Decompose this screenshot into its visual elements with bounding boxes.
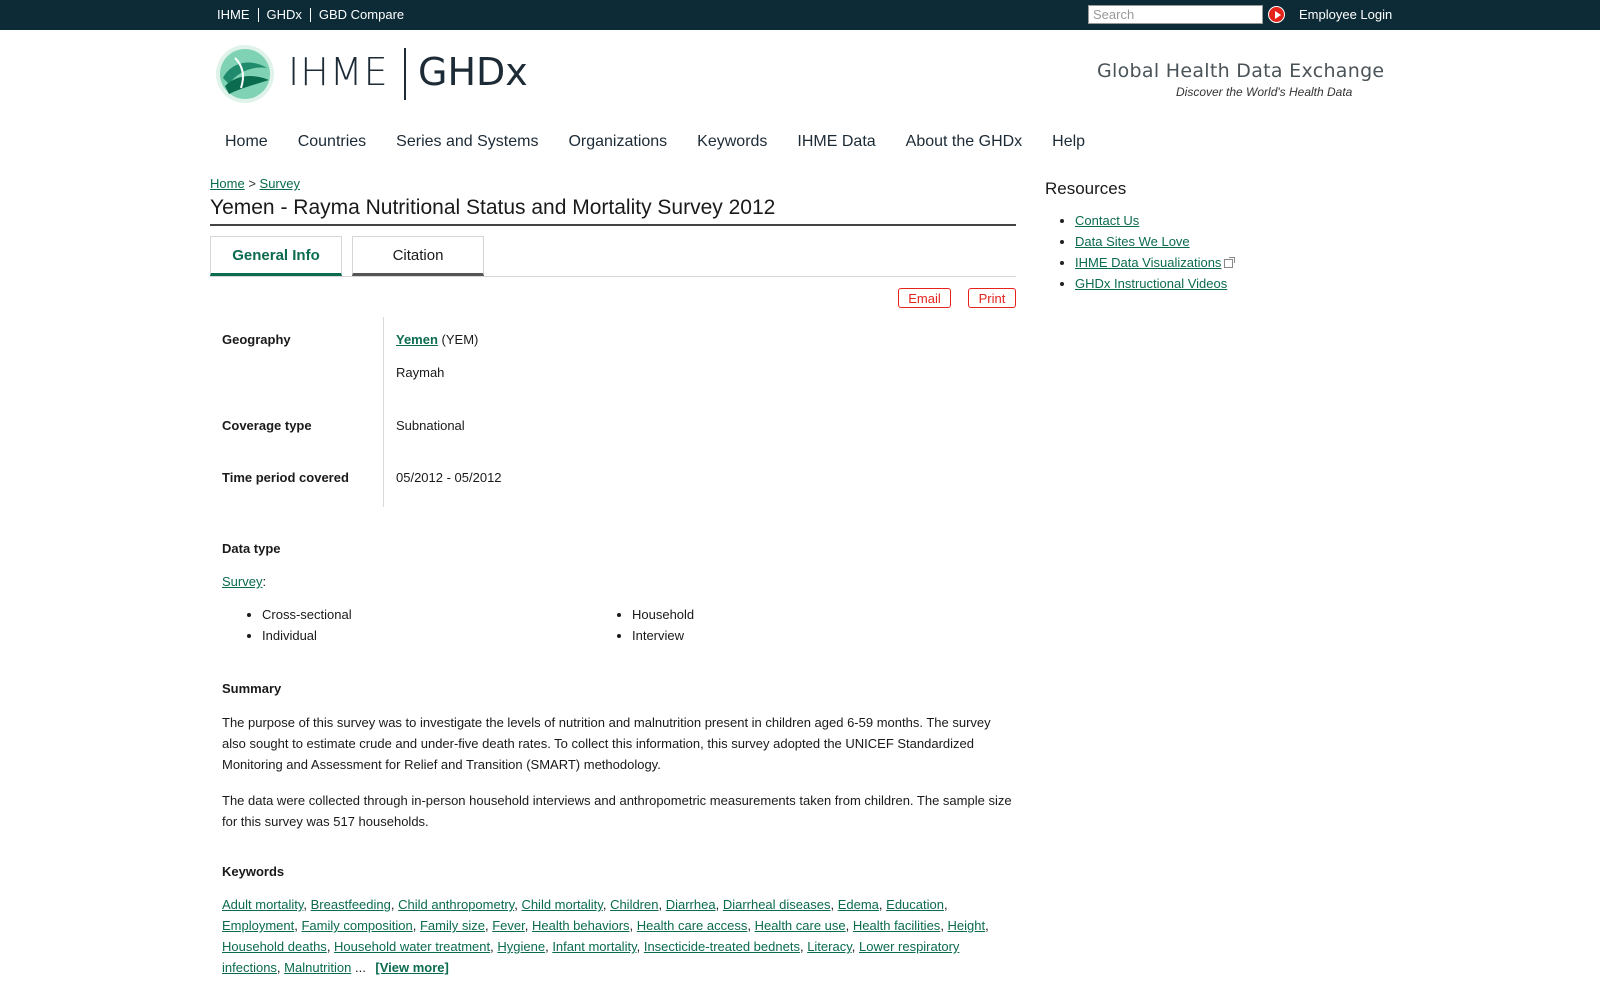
data-type-survey-link[interactable]: Survey bbox=[222, 574, 262, 589]
tabs-divider bbox=[210, 276, 1016, 277]
nav-item-home[interactable]: Home bbox=[225, 133, 268, 151]
coverage-type-label: Coverage type bbox=[222, 418, 312, 433]
keyword-link[interactable]: Infant mortality bbox=[552, 939, 636, 954]
keyword-link[interactable]: Literacy bbox=[807, 939, 852, 954]
top-link-separator bbox=[309, 7, 311, 22]
keyword-link[interactable]: Child anthropometry bbox=[398, 897, 514, 912]
geography-value: Yemen (YEM) bbox=[396, 332, 478, 347]
list-item: Household bbox=[632, 607, 694, 623]
breadcrumb-separator: > bbox=[248, 176, 256, 191]
top-link-ghdx[interactable]: GHDx bbox=[267, 7, 302, 22]
keyword-link[interactable]: Adult mortality bbox=[222, 897, 303, 912]
keyword-link[interactable]: Education bbox=[886, 897, 944, 912]
keyword-link[interactable]: Health care use bbox=[755, 918, 846, 933]
resource-data-sites-link[interactable]: Data Sites We Love bbox=[1075, 234, 1190, 249]
top-link-gbd-compare[interactable]: GBD Compare bbox=[319, 7, 404, 22]
summary-paragraph-1: The purpose of this survey was to invest… bbox=[222, 715, 991, 772]
keyword-link[interactable]: Breastfeeding bbox=[311, 897, 391, 912]
nav-item-organizations[interactable]: Organizations bbox=[568, 133, 667, 151]
logo-divider bbox=[404, 48, 406, 100]
site-slogan: Discover the World's Health Data bbox=[1176, 85, 1353, 99]
title-divider bbox=[210, 224, 1016, 226]
keyword-link[interactable]: Child mortality bbox=[521, 897, 602, 912]
fields-divider bbox=[383, 317, 384, 507]
email-button[interactable]: Email bbox=[898, 288, 951, 308]
geography-code: (YEM) bbox=[441, 332, 479, 347]
top-links: IHME GHDx GBD Compare bbox=[217, 7, 404, 22]
search-submit-icon[interactable] bbox=[1268, 6, 1285, 23]
search-input[interactable] bbox=[1088, 5, 1263, 24]
tab-citation[interactable]: Citation bbox=[352, 236, 484, 276]
print-button[interactable]: Print bbox=[968, 288, 1016, 308]
keyword-link[interactable]: Health facilities bbox=[853, 918, 940, 933]
keyword-link[interactable]: Malnutrition bbox=[284, 960, 351, 975]
data-type-label: Data type bbox=[222, 541, 281, 556]
keyword-link[interactable]: Family size bbox=[420, 918, 485, 933]
breadcrumb-home-link[interactable]: Home bbox=[210, 176, 245, 191]
tab-general-info[interactable]: General Info bbox=[210, 236, 342, 276]
resources-title: Resources bbox=[1045, 179, 1127, 198]
keyword-link[interactable]: Household deaths bbox=[222, 939, 327, 954]
keyword-link[interactable]: Family composition bbox=[301, 918, 412, 933]
resource-videos-link[interactable]: GHDx Instructional Videos bbox=[1075, 276, 1227, 291]
breadcrumb-survey-link[interactable]: Survey bbox=[260, 176, 300, 191]
nav-item-countries[interactable]: Countries bbox=[298, 133, 366, 151]
keyword-link[interactable]: Diarrhea bbox=[666, 897, 716, 912]
keyword-link[interactable]: Fever bbox=[492, 918, 525, 933]
keyword-link[interactable]: Health care access bbox=[637, 918, 748, 933]
list-item: IHME Data Visualizations bbox=[1075, 255, 1236, 271]
keywords-list: Adult mortality, Breastfeeding, Child an… bbox=[222, 897, 989, 975]
top-link-ihme[interactable]: IHME bbox=[217, 7, 250, 22]
keyword-link[interactable]: Health behaviors bbox=[532, 918, 630, 933]
list-item: Cross-sectional bbox=[262, 607, 352, 623]
data-type-list-col1: Cross-sectional Individual bbox=[262, 607, 352, 649]
data-type-list-col2: Household Interview bbox=[632, 607, 694, 649]
external-link-icon bbox=[1224, 257, 1236, 268]
breadcrumb: Home > Survey bbox=[210, 176, 300, 191]
data-type-line: Survey: bbox=[222, 574, 266, 589]
keyword-link[interactable]: Household water treatment bbox=[334, 939, 490, 954]
geography-label: Geography bbox=[222, 332, 291, 347]
nav-item-about-the-ghdx[interactable]: About the GHDx bbox=[906, 133, 1023, 151]
site-title: Global Health Data Exchange bbox=[1097, 60, 1385, 82]
keyword-link[interactable]: Employment bbox=[222, 918, 294, 933]
keyword-link[interactable]: Insecticide-treated bednets bbox=[644, 939, 800, 954]
nav-item-help[interactable]: Help bbox=[1052, 133, 1085, 151]
list-item: Contact Us bbox=[1075, 213, 1233, 229]
resources-list: Contact Us Data Sites We Love IHME Data … bbox=[1075, 213, 1236, 297]
resource-contact-us-link[interactable]: Contact Us bbox=[1075, 213, 1139, 228]
nav-item-series-and-systems[interactable]: Series and Systems bbox=[396, 133, 538, 151]
summary-paragraph-2: The data were collected through in-perso… bbox=[222, 793, 1012, 829]
data-type-colon: : bbox=[262, 574, 267, 589]
ihme-logo-icon[interactable] bbox=[215, 44, 275, 104]
keywords-label: Keywords bbox=[222, 864, 285, 879]
list-item: Individual bbox=[262, 628, 352, 644]
time-period-value: 05/2012 - 05/2012 bbox=[396, 470, 502, 485]
time-period-label: Time period covered bbox=[222, 470, 349, 485]
nav-item-keywords[interactable]: Keywords bbox=[697, 133, 767, 151]
resource-ihme-viz-link[interactable]: IHME Data Visualizations bbox=[1075, 255, 1221, 270]
logo-text-ghdx[interactable]: GHDx bbox=[418, 50, 528, 94]
logo-text-ihme[interactable]: IHME bbox=[288, 50, 389, 94]
list-item: Data Sites We Love bbox=[1075, 234, 1233, 250]
top-bar: IHME GHDx GBD Compare Employee Login bbox=[0, 0, 1600, 30]
summary-label: Summary bbox=[222, 681, 282, 696]
list-item: Interview bbox=[632, 628, 694, 644]
keyword-link[interactable]: Diarrheal diseases bbox=[723, 897, 831, 912]
coverage-type-value: Subnational bbox=[396, 418, 465, 433]
keyword-link[interactable]: Edema bbox=[838, 897, 879, 912]
geography-country-link[interactable]: Yemen bbox=[396, 332, 438, 347]
keywords-ellipsis: ... bbox=[351, 960, 370, 975]
geography-region: Raymah bbox=[396, 365, 445, 380]
keyword-link[interactable]: Hygiene bbox=[497, 939, 545, 954]
page-title: Yemen - Rayma Nutritional Status and Mor… bbox=[210, 196, 776, 219]
view-more-keywords-link[interactable]: [View more] bbox=[375, 960, 448, 975]
keyword-link[interactable]: Height bbox=[948, 918, 986, 933]
employee-login-link[interactable]: Employee Login bbox=[1299, 7, 1392, 22]
list-item: GHDx Instructional Videos bbox=[1075, 276, 1233, 292]
main-nav: Home Countries Series and Systems Organi… bbox=[225, 133, 1115, 151]
nav-item-ihme-data[interactable]: IHME Data bbox=[797, 133, 875, 151]
keyword-link[interactable]: Children bbox=[610, 897, 658, 912]
top-link-separator bbox=[257, 7, 259, 22]
